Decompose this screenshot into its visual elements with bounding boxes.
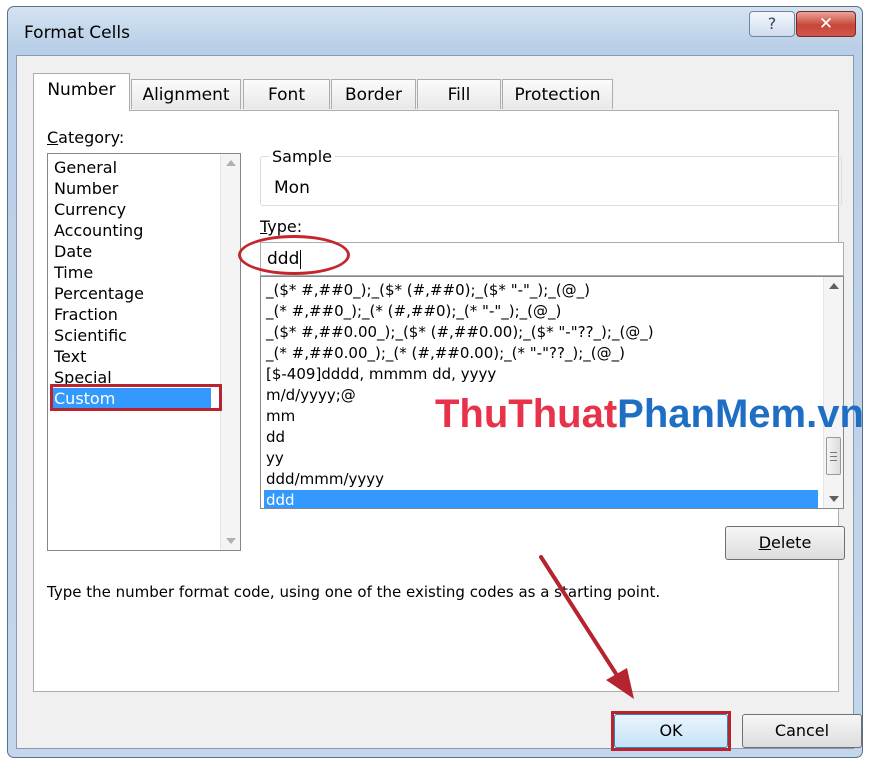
tab-number[interactable]: Number <box>33 73 130 111</box>
annotation-arrow-icon <box>539 555 634 699</box>
